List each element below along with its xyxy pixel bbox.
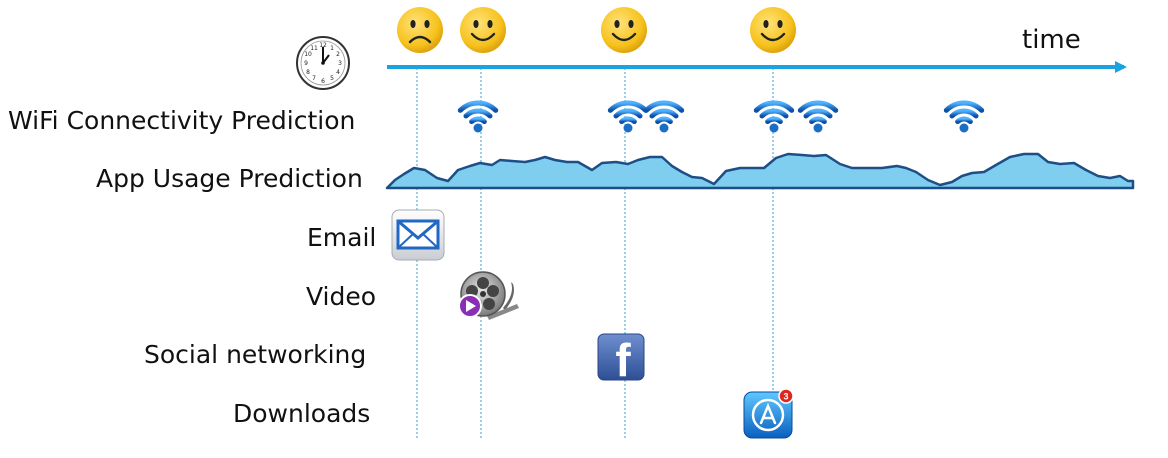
row-label-email: Email	[307, 223, 377, 252]
row-label-video: Video	[306, 282, 377, 311]
app-usage-curve	[385, 152, 1135, 190]
clock-icon: 12 3 6 9 1 2 4 5 7 8 10 11	[296, 36, 350, 90]
svg-text:10: 10	[304, 51, 312, 58]
svg-text:11: 11	[310, 45, 318, 52]
wifi-icon	[943, 100, 985, 133]
row-label-app-usage: App Usage Prediction	[96, 164, 363, 193]
app-store-icon: 3	[743, 388, 794, 439]
happy-face-icon	[601, 7, 647, 53]
diagram-canvas: 12 3 6 9 1 2 4 5 7 8 10 11 f 3	[296, 7, 1135, 440]
svg-text:9: 9	[304, 60, 308, 67]
badge-count: 3	[783, 392, 788, 402]
time-label: time	[1022, 25, 1081, 55]
video-reel-icon	[458, 271, 519, 320]
row-label-social: Social networking	[144, 340, 367, 369]
wifi-icon	[457, 100, 499, 133]
svg-text:7: 7	[312, 75, 316, 82]
happy-face-icon	[750, 7, 796, 53]
wifi-icon	[607, 100, 649, 133]
svg-text:1: 1	[330, 45, 334, 52]
facebook-letter: f	[615, 334, 631, 386]
svg-text:2: 2	[336, 51, 340, 58]
wifi-icon	[643, 100, 685, 133]
row-label-downloads: Downloads	[233, 399, 371, 428]
svg-text:3: 3	[338, 60, 342, 67]
happy-face-icon	[460, 7, 506, 53]
row-label-wifi: WiFi Connectivity Prediction	[8, 106, 356, 135]
svg-text:8: 8	[306, 69, 310, 76]
svg-text:5: 5	[330, 75, 334, 82]
facebook-icon: f	[597, 333, 645, 386]
svg-text:6: 6	[321, 78, 325, 85]
wifi-prediction-row	[457, 100, 985, 133]
sad-face-icon	[397, 7, 443, 53]
wifi-icon	[797, 100, 839, 133]
email-icon	[391, 209, 445, 261]
notification-badge: 3	[778, 388, 794, 404]
wifi-icon	[753, 100, 795, 133]
svg-text:4: 4	[336, 69, 340, 76]
